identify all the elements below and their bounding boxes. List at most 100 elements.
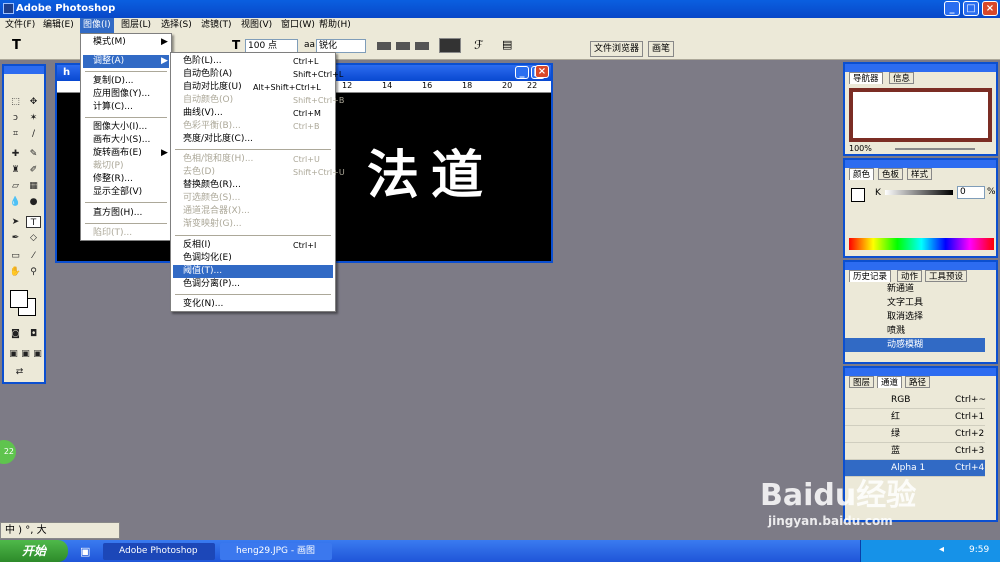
menu-window[interactable]: 窗口(W): [278, 18, 318, 33]
menu-item-auto-contrast[interactable]: 自动对比度(U) Alt+Shift+Ctrl+L: [173, 81, 333, 94]
lasso-tool-icon[interactable]: ↄ: [8, 112, 23, 124]
channel-row[interactable]: 绿 Ctrl+2: [845, 426, 985, 443]
menu-layer[interactable]: 图层(L): [118, 18, 154, 33]
k-value-input[interactable]: 0: [957, 186, 985, 199]
menu-item-calculations[interactable]: 计算(C)...: [83, 101, 169, 114]
eyedropper-icon[interactable]: ⁄: [26, 250, 41, 262]
ime-toolbar[interactable]: 中 ) °, 大: [0, 522, 120, 539]
menu-item-reveal-all[interactable]: 显示全部(V): [83, 186, 169, 199]
float-badge[interactable]: 22: [0, 440, 16, 464]
menu-item-variations[interactable]: 变化(N)...: [173, 298, 333, 311]
quick-launch-icon[interactable]: ▣: [80, 545, 90, 558]
channel-row[interactable]: 蓝 Ctrl+3: [845, 443, 985, 460]
tab-history[interactable]: 历史记录: [849, 270, 892, 282]
antialias-select[interactable]: 锐化: [316, 39, 366, 53]
brush-tool-icon[interactable]: ✎: [26, 148, 41, 160]
standard-mode-icon[interactable]: ◙: [8, 328, 23, 340]
screen-mode-3-icon[interactable]: ▣: [30, 348, 45, 360]
tab-layers[interactable]: 图层: [849, 376, 875, 388]
menu-item-threshold[interactable]: 阈值(T)...: [173, 265, 333, 278]
hand-tool-icon[interactable]: ✋: [8, 266, 23, 278]
doc-close-button[interactable]: ×: [535, 65, 549, 78]
font-size-select[interactable]: 100 点: [245, 39, 298, 53]
history-item[interactable]: 喷溅: [845, 324, 985, 338]
menu-item-rotate-canvas[interactable]: 旋转画布(E) ▶: [83, 147, 169, 160]
k-slider[interactable]: [885, 190, 953, 195]
menu-item-replace-color[interactable]: 替换颜色(R)...: [173, 179, 333, 192]
menu-item-curves[interactable]: 曲线(V)... Ctrl+M: [173, 107, 333, 120]
menu-item-posterize[interactable]: 色调分离(P)...: [173, 278, 333, 291]
menu-item-canvas-size[interactable]: 画布大小(S)...: [83, 134, 169, 147]
menu-item-image-size[interactable]: 图像大小(I)...: [83, 121, 169, 134]
menu-item-invert[interactable]: 反相(I) Ctrl+I: [173, 239, 333, 252]
tab-swatches[interactable]: 色板: [878, 168, 904, 180]
tab-channels[interactable]: 通道: [877, 376, 903, 388]
zoom-tool-icon[interactable]: ⚲: [26, 266, 41, 278]
tab-navigator[interactable]: 导航器: [849, 72, 883, 84]
menu-item-trim[interactable]: 修整(R)...: [83, 173, 169, 186]
slice-tool-icon[interactable]: ∕: [26, 128, 41, 140]
menu-item-duplicate[interactable]: 复制(D)...: [83, 75, 169, 88]
navigator-zoom[interactable]: 100%: [849, 144, 872, 153]
menu-item-apply-image[interactable]: 应用图像(Y)...: [83, 88, 169, 101]
history-item[interactable]: 取消选择: [845, 310, 985, 324]
doc-minimize-button[interactable]: _: [515, 66, 529, 79]
warp-text-icon[interactable]: ℱ: [474, 38, 483, 52]
menu-item-adjust[interactable]: 调整(A) ▶: [83, 55, 169, 68]
foreground-color-swatch[interactable]: [10, 290, 28, 308]
menu-image[interactable]: 图像(I): [80, 18, 114, 33]
stamp-tool-icon[interactable]: ♜: [8, 164, 23, 176]
navigator-preview[interactable]: [849, 88, 992, 142]
zoom-slider[interactable]: [895, 148, 975, 150]
menu-item-brightness-contrast[interactable]: 亮度/对比度(C)...: [173, 133, 333, 146]
type-tool-icon-selected[interactable]: T: [26, 216, 41, 228]
color-spectrum-bar[interactable]: [849, 238, 994, 250]
align-center-icon[interactable]: [396, 42, 410, 50]
shape-tool-icon[interactable]: ◇: [26, 232, 41, 244]
channel-row[interactable]: RGB Ctrl+~: [845, 392, 986, 409]
menu-filter[interactable]: 滤镜(T): [198, 18, 235, 33]
text-color-swatch[interactable]: [439, 38, 461, 53]
channel-row[interactable]: 红 Ctrl+1: [845, 409, 985, 426]
align-left-icon[interactable]: [377, 42, 391, 50]
gradient-tool-icon[interactable]: ▦: [26, 180, 41, 192]
tab-color[interactable]: 颜色: [849, 168, 875, 180]
palettes-icon[interactable]: ▤: [502, 38, 512, 51]
notes-tool-icon[interactable]: ▭: [8, 250, 23, 262]
close-button[interactable]: ×: [982, 1, 998, 16]
dodge-tool-icon[interactable]: ●: [26, 196, 41, 208]
tab-actions[interactable]: 动作: [897, 270, 923, 282]
menu-view[interactable]: 视图(V): [238, 18, 275, 33]
crop-tool-icon[interactable]: ⌗: [8, 128, 23, 140]
tab-file-browser[interactable]: 文件浏览器: [590, 41, 644, 57]
menu-item-levels[interactable]: 色阶(L)... Ctrl+L: [173, 55, 333, 68]
blur-tool-icon[interactable]: 💧: [8, 196, 23, 208]
jump-to-imageready-icon[interactable]: ⇄: [12, 366, 27, 378]
tab-info[interactable]: 信息: [889, 72, 915, 84]
tab-tool-presets[interactable]: 工具预设: [925, 270, 968, 282]
quickmask-mode-icon[interactable]: ◘: [26, 328, 41, 340]
history-brush-icon[interactable]: ✐: [26, 164, 41, 176]
network-icon[interactable]: ◂: [939, 544, 944, 555]
healing-brush-icon[interactable]: ✚: [8, 148, 23, 160]
marquee-tool-icon[interactable]: ⬚: [8, 96, 23, 108]
menu-help[interactable]: 帮助(H): [316, 18, 354, 33]
tab-brushes[interactable]: 画笔: [648, 41, 675, 57]
align-right-icon[interactable]: [415, 42, 429, 50]
menu-edit[interactable]: 编辑(E): [40, 18, 77, 33]
move-tool-icon[interactable]: ✥: [26, 96, 41, 108]
start-button[interactable]: 开始: [0, 540, 68, 562]
tab-paths[interactable]: 路径: [905, 376, 931, 388]
type-tool-icon[interactable]: T: [12, 38, 21, 53]
eraser-tool-icon[interactable]: ▱: [8, 180, 23, 192]
history-item-selected[interactable]: 动感模糊: [845, 338, 985, 352]
pen-tool-icon[interactable]: ✒: [8, 232, 23, 244]
tab-styles[interactable]: 样式: [907, 168, 933, 180]
menu-item-auto-levels[interactable]: 自动色阶(A) Shift+Ctrl+L: [173, 68, 343, 81]
menu-file[interactable]: 文件(F): [2, 18, 38, 33]
minimize-button[interactable]: _: [944, 1, 960, 16]
history-item[interactable]: 文字工具: [845, 296, 985, 310]
fg-color-swatch[interactable]: [851, 188, 865, 202]
menu-item-equalize[interactable]: 色调均化(E): [173, 252, 333, 265]
menu-select[interactable]: 选择(S): [158, 18, 195, 33]
